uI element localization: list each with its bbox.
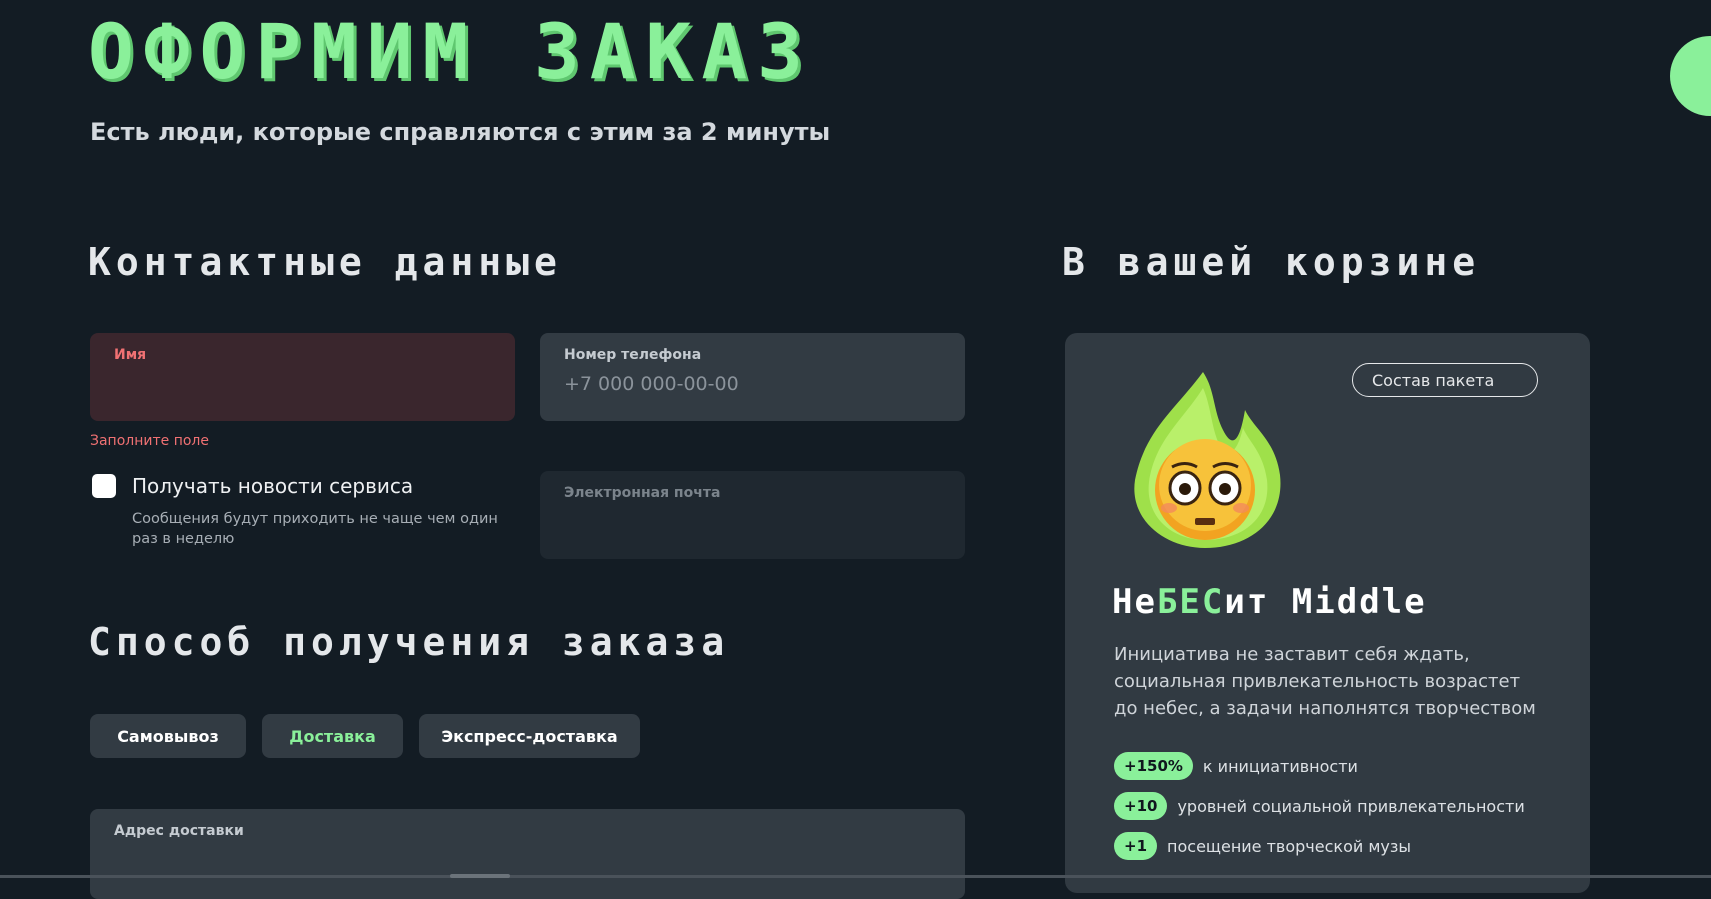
name-field[interactable]: Имя xyxy=(90,333,515,421)
perk-badge: +10 xyxy=(1114,792,1168,820)
email-field[interactable]: Электронная почта xyxy=(540,471,965,559)
delivery-section-title: Способ получения заказа xyxy=(88,620,730,664)
perk-item: +150% к инициативности xyxy=(1114,752,1358,780)
cart-section-title: В вашей корзине xyxy=(1062,240,1481,284)
page-subtitle: Есть люди, которые справляются с этим за… xyxy=(90,118,831,146)
name-error-message: Заполните поле xyxy=(90,433,209,449)
perk-item: +10 уровней социальной привлекательности xyxy=(1114,792,1525,820)
package-contents-button[interactable]: Состав пакета xyxy=(1352,363,1538,397)
tab-pickup[interactable]: Самовывоз xyxy=(90,714,246,758)
news-checkbox-label[interactable]: Получать новости сервиса xyxy=(132,474,413,498)
perk-text: к инициативности xyxy=(1202,756,1358,776)
name-input[interactable] xyxy=(114,373,491,395)
perk-badge: +150% xyxy=(1114,752,1193,780)
flame-emoji-icon xyxy=(1134,372,1281,548)
address-field-label: Адрес доставки xyxy=(114,823,244,839)
perk-text: посещение творческой музы xyxy=(1167,836,1412,856)
phone-field-label: Номер телефона xyxy=(564,347,702,363)
email-input[interactable] xyxy=(564,511,941,533)
scroll-indicator[interactable] xyxy=(450,874,510,878)
contacts-section-title: Контактные данные xyxy=(88,240,562,284)
email-field-label: Электронная почта xyxy=(564,485,721,501)
news-checkbox-hint: Сообщения будут приходить не чаще чем од… xyxy=(132,511,498,547)
tab-express-delivery[interactable]: Экспресс-доставка xyxy=(419,714,640,758)
decorative-circle xyxy=(1670,36,1711,116)
perk-text: уровней социальной привлекательности xyxy=(1177,796,1525,816)
tab-delivery[interactable]: Доставка xyxy=(262,714,403,758)
phone-field[interactable]: Номер телефона xyxy=(540,333,965,421)
product-name-highlight: БЕС xyxy=(1156,582,1225,622)
address-field[interactable]: Адрес доставки xyxy=(90,809,965,899)
perk-item: +1 посещение творческой музы xyxy=(1114,832,1411,860)
page-title: ОФОРМИМ ЗАКАЗ xyxy=(88,7,813,96)
product-name: НеБЕСит Middle xyxy=(1112,582,1427,622)
news-checkbox[interactable] xyxy=(92,474,116,498)
perk-badge: +1 xyxy=(1114,832,1158,860)
product-description: Инициатива не заставит себя ждать, социа… xyxy=(1114,644,1536,719)
phone-input[interactable] xyxy=(564,373,941,395)
name-field-label: Имя xyxy=(114,347,147,363)
